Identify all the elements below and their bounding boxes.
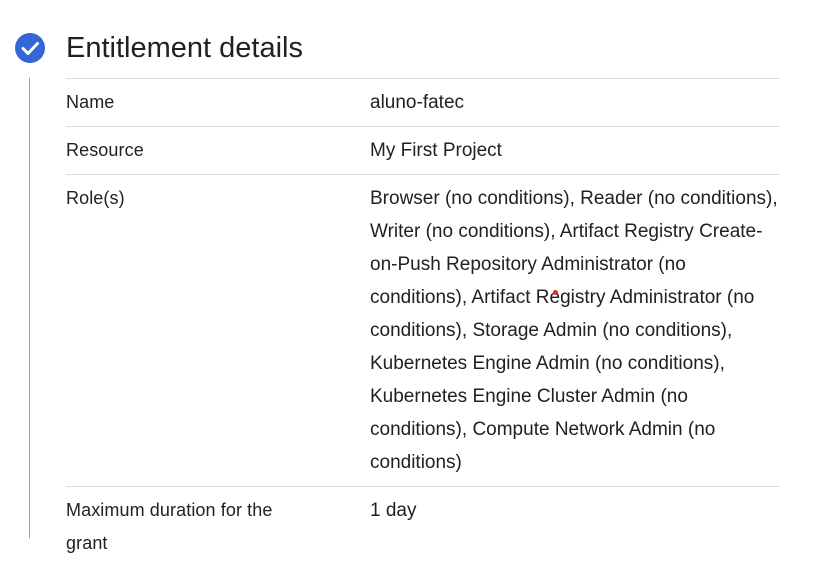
detail-row-roles: Role(s) Browser (no conditions), Reader …: [66, 174, 780, 486]
detail-row-resource: Resource My First Project: [66, 126, 780, 174]
detail-row-name: Name aluno-fatec: [66, 78, 780, 126]
stepper-connector-line: [29, 78, 30, 538]
detail-label-max-duration: Maximum duration for the grant: [66, 494, 370, 560]
check-circle-icon: [15, 33, 45, 63]
entitlement-details-list: Name aluno-fatec Resource My First Proje…: [66, 78, 780, 567]
detail-value-name: aluno-fatec: [370, 92, 465, 113]
detail-label-resource: Resource: [66, 140, 144, 160]
detail-value-resource: My First Project: [370, 140, 502, 161]
section-title: Entitlement details: [66, 32, 303, 64]
detail-label-roles: Role(s): [66, 188, 125, 208]
detail-label-max-duration-text: Maximum duration for the grant: [66, 500, 273, 553]
detail-value-roles: Browser (no conditions), Reader (no cond…: [370, 188, 778, 473]
mouse-pointer-dot: [553, 290, 558, 295]
detail-label-name: Name: [66, 92, 115, 112]
detail-value-max-duration: 1 day: [370, 500, 417, 521]
detail-row-max-duration: Maximum duration for the grant 1 day: [66, 486, 780, 567]
